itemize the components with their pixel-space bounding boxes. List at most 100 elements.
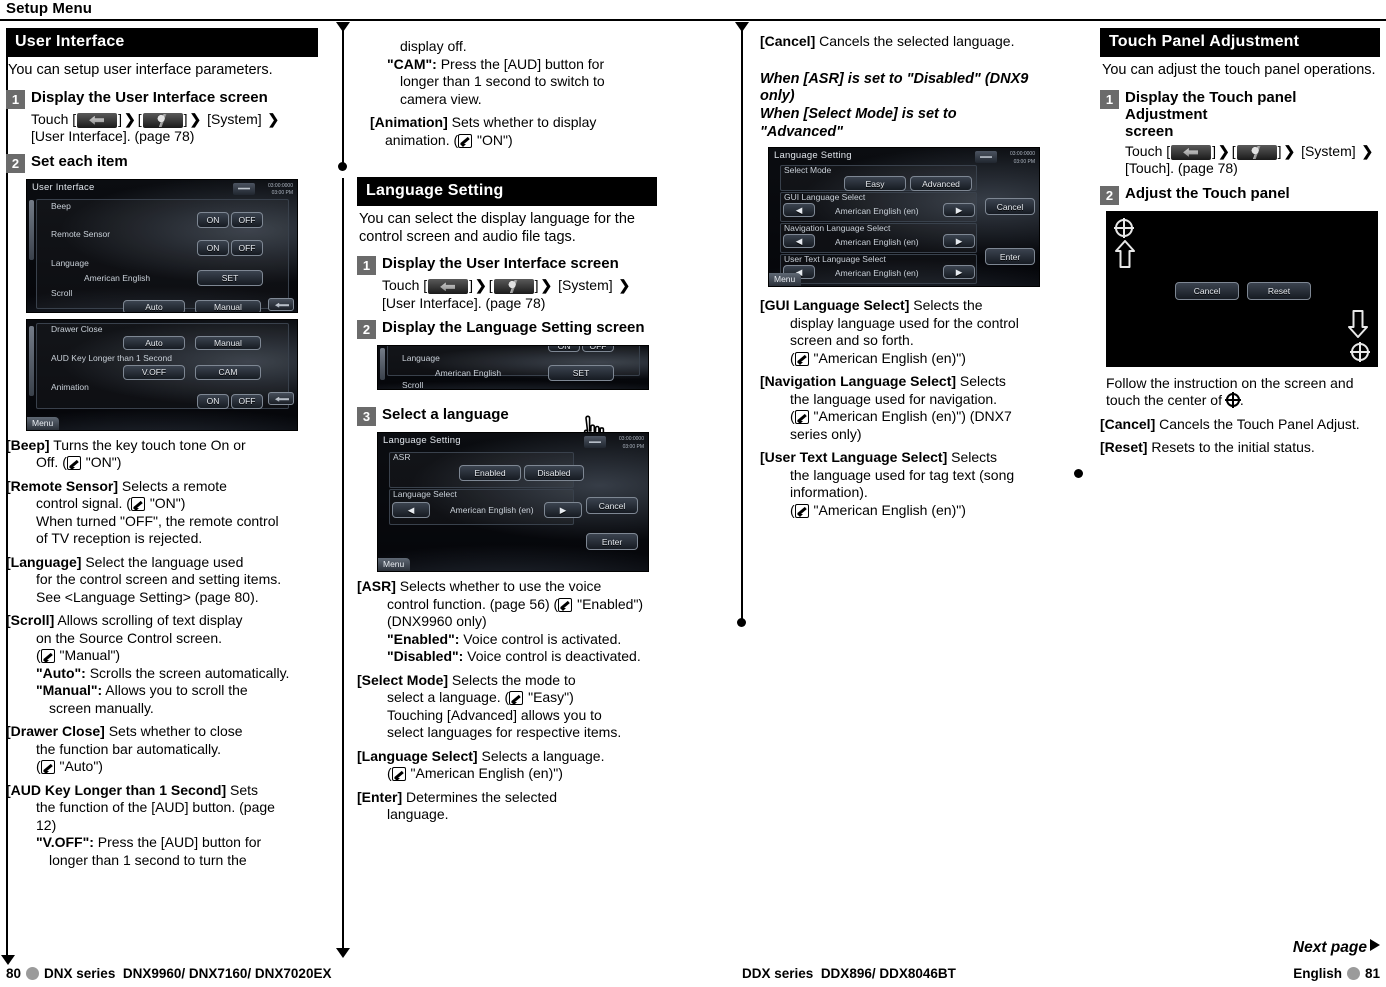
screen-button-nav-prev[interactable]: ◀ xyxy=(783,234,815,249)
bracket-open-2: [ xyxy=(137,110,142,127)
screen-button-cancel[interactable]: Cancel xyxy=(1175,281,1239,300)
screen-button-voff[interactable]: V.OFF xyxy=(123,364,185,380)
def-term: [Remote Sensor] xyxy=(6,477,119,494)
screen-button-on[interactable]: ON xyxy=(548,346,580,353)
screen-button-set[interactable]: SET xyxy=(197,269,263,286)
system-label: [System] xyxy=(1297,142,1360,159)
screen-button-cancel[interactable]: Cancel xyxy=(985,198,1035,216)
step-number: 3 xyxy=(357,407,376,427)
screen-button-manual[interactable]: Manual xyxy=(195,335,261,350)
crosshair-target-icon[interactable] xyxy=(1113,217,1135,239)
screen-button-gui-prev[interactable]: ◀ xyxy=(783,203,815,218)
condition-heading: When [ASR] is set to "Disabled" (DNX9 on… xyxy=(760,71,1060,142)
def-text: Press the [AUD] button for xyxy=(436,55,605,72)
screenshot-user-interface-bottom: Drawer Close Auto Manual AUD Key Longer … xyxy=(26,318,298,431)
def-desc: Selects the xyxy=(909,297,983,314)
screen-button-cancel[interactable]: Cancel xyxy=(586,497,638,515)
def-text: "Auto") xyxy=(55,758,103,775)
def-text: 12) xyxy=(36,816,57,833)
def-text: "American English (en)") xyxy=(809,349,966,366)
screen-button-enter[interactable]: Enter xyxy=(586,533,638,551)
def-desc: Selects a remote xyxy=(118,477,227,494)
def-text: "Manual") xyxy=(55,647,121,664)
arrow-up-icon xyxy=(1115,239,1135,268)
screen-button-gui-next[interactable]: ▶ xyxy=(943,203,975,218)
def-term: [Scroll] xyxy=(6,612,55,629)
def-text: the function bar automatically. xyxy=(36,740,221,757)
def-text: camera view. xyxy=(400,90,482,107)
chevron-right-icon-3: ❯ xyxy=(1361,142,1374,159)
screen-menu-button[interactable]: Menu xyxy=(27,416,60,430)
screen-button-manual[interactable]: Manual xyxy=(195,299,261,312)
manual-page: Setup Menu User Interface You can setup … xyxy=(0,0,1386,987)
chevron-right-icon-1: ❯ xyxy=(1218,142,1230,159)
screen-button-auto[interactable]: Auto xyxy=(123,335,185,350)
screen-button-off[interactable]: OFF xyxy=(231,393,263,409)
screen-button-nav-next[interactable]: ▶ xyxy=(943,234,975,249)
system-label: [System] xyxy=(554,277,617,294)
screen-button-off[interactable]: OFF xyxy=(231,211,263,228)
next-page-link[interactable]: Next page xyxy=(1293,939,1380,957)
def-text: ( xyxy=(790,349,795,366)
column-language-setting: display off. "CAM": Press the [AUD] butt… xyxy=(357,28,657,830)
screen-menu-button[interactable]: Menu xyxy=(769,273,802,287)
def-term: [Reset] xyxy=(1100,439,1148,456)
def-remote-sensor: [Remote Sensor] Selects a remote control… xyxy=(6,478,318,548)
screen-button-enabled[interactable]: Enabled xyxy=(459,465,521,482)
screen-button-next-language[interactable]: ▶ xyxy=(544,502,582,519)
screen-button-auto[interactable]: Auto xyxy=(123,299,185,312)
def-subterm: "Manual": xyxy=(36,682,103,699)
def-desc: Selects whether to use the voice xyxy=(395,578,602,595)
screen-menu-button[interactable]: Menu xyxy=(378,558,411,572)
screen-back-key[interactable] xyxy=(268,297,294,311)
step-1-instruction: Touch [] ❯[] ❯ [System] ❯ [User Interface]… xyxy=(31,111,318,146)
def-aud-key: [AUD Key Longer than 1 Second] Sets the … xyxy=(6,782,318,870)
screen-button-cam[interactable]: CAM xyxy=(195,364,261,380)
screen-row-label: Language Select xyxy=(393,489,457,500)
def-text: display off. xyxy=(400,38,467,54)
screen-button-off[interactable]: OFF xyxy=(231,239,263,256)
screen-button-user-next[interactable]: ▶ xyxy=(943,265,975,280)
def-desc: Sets whether to display xyxy=(447,114,597,130)
def-term: [Select Mode] xyxy=(357,671,449,688)
screen-button-reset[interactable]: Reset xyxy=(1247,281,1311,300)
screen-back-key[interactable] xyxy=(268,391,294,405)
screen-clock: 03:00:0000 03:00 PM xyxy=(267,182,293,197)
chevron-right-icon-1: ❯ xyxy=(475,277,487,294)
footer-models-left: DNX9960/ DNX7160/ DNX7020EX xyxy=(122,966,332,981)
screen-button-disabled[interactable]: Disabled xyxy=(524,465,584,482)
screen-button-on[interactable]: ON xyxy=(197,211,229,228)
def-text: Press the [AUD] button for xyxy=(93,834,262,851)
screen-button-easy[interactable]: Easy xyxy=(844,176,906,192)
next-page-label: Next page xyxy=(1292,939,1367,956)
screen-button-on[interactable]: ON xyxy=(197,393,229,409)
def-term: [Language Select] xyxy=(357,747,478,764)
def-text: control signal. ( xyxy=(36,495,131,512)
def-text: ( xyxy=(790,501,795,518)
setup-key-icon xyxy=(1236,144,1277,160)
def-text: Voice control is activated. xyxy=(459,630,622,647)
screen-button-advanced[interactable]: Advanced xyxy=(910,176,972,192)
setup-key-icon xyxy=(493,279,534,295)
step-number: 2 xyxy=(6,153,25,173)
crosshair-target-icon xyxy=(1224,392,1241,409)
footer-language: English xyxy=(1293,966,1342,981)
screen-scrollbar xyxy=(380,348,385,381)
crosshair-target-icon[interactable] xyxy=(1349,341,1371,363)
step-3-select-language: 3 Select a language xyxy=(357,406,657,427)
screen-row-label: Select Mode xyxy=(784,165,832,176)
screen-button-set[interactable]: SET xyxy=(548,365,614,382)
def-text: control function. (page 56) ( xyxy=(387,595,559,612)
screen-row-label: Scroll xyxy=(51,287,73,298)
def-user-default: ( "American English (en)") xyxy=(775,502,1060,520)
column-advanced-language: [Cancel] Cancels the selected language. … xyxy=(760,33,1060,525)
screen-button-off[interactable]: OFF xyxy=(582,346,614,353)
page-footer: Next page 80 DNX series DNX9960/ DNX7160/… xyxy=(0,939,1386,987)
step-title: Display the Language Setting screen xyxy=(382,319,645,337)
bracket-open-2: [ xyxy=(1231,142,1236,159)
screen-button-on[interactable]: ON xyxy=(197,239,229,256)
screen-button-prev-language[interactable]: ◀ xyxy=(392,502,430,519)
column3-rule xyxy=(741,30,743,620)
screen-button-enter[interactable]: Enter xyxy=(985,248,1035,266)
step-1-display-ui-screen: 1 Display the User Interface screen xyxy=(357,255,657,276)
